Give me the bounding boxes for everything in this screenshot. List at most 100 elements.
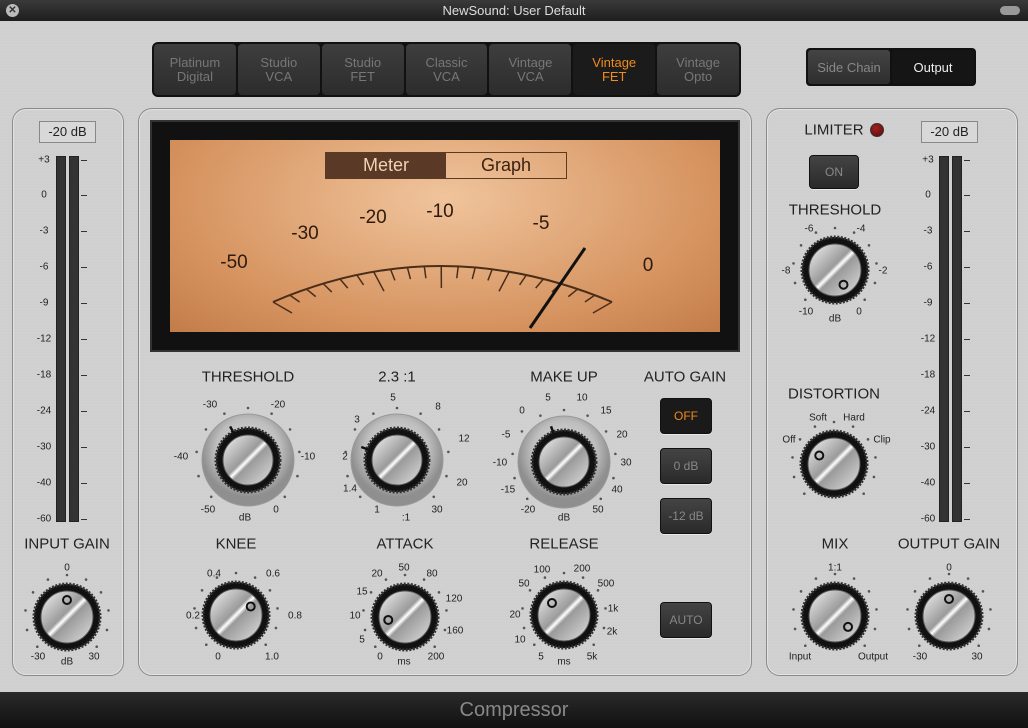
model-selector: Platinum Digital Studio VCA Studio FET Classic…	[152, 42, 741, 97]
model-line1: Studio	[344, 54, 382, 70]
output-level-bar-right	[952, 156, 962, 522]
footer-bar: Compressor	[0, 692, 1028, 728]
output-scale-label: -40	[920, 477, 936, 489]
limiter-on-button[interactable]: ON	[809, 155, 859, 189]
model-line2: FET	[350, 68, 375, 84]
model-line2: VCA	[265, 68, 293, 84]
input-scale-label: -24	[36, 405, 52, 417]
model-button-vintage-vca[interactable]: Vintage VCA	[489, 44, 572, 95]
output-scale-label: +3	[922, 154, 934, 166]
ratio-knob[interactable]	[331, 394, 463, 531]
auto-gain-minus12-button[interactable]: -12 dB	[660, 498, 712, 534]
model-line1: Vintage	[676, 54, 721, 70]
model-line2: Opto	[683, 68, 713, 84]
output-scale-label: -3	[923, 225, 933, 237]
meter-tick	[356, 274, 365, 286]
scale-tick	[81, 195, 87, 196]
model-line1: Vintage	[592, 54, 637, 70]
model-line1: Platinum	[169, 54, 221, 70]
model-button-studio-vca[interactable]: Studio VCA	[237, 44, 320, 95]
model-button-vintage-fet[interactable]: Vintage FET	[573, 44, 656, 95]
output-scale-label: -24	[920, 405, 936, 417]
input-scale-label: -60	[36, 513, 52, 525]
mix-title: MIX	[821, 535, 849, 553]
output-scale-label: -12	[920, 333, 936, 345]
meter-tick	[423, 266, 427, 279]
toolbar-toggle-button[interactable]	[1000, 6, 1020, 15]
input-scale-label: -12	[36, 333, 52, 345]
title-bar: NewSound: User Default	[0, 0, 1028, 21]
input-scale-label: -9	[39, 297, 49, 309]
output-level-readout: -20 dB	[921, 121, 978, 143]
input-scale-label: -6	[39, 261, 49, 273]
limiter-label: LIMITER	[804, 121, 864, 139]
meter-tick	[389, 268, 396, 281]
distortion-knob[interactable]	[780, 410, 888, 523]
close-button[interactable]: ✕	[6, 4, 19, 17]
scale-tick	[964, 339, 970, 340]
limiter-threshold-knob[interactable]	[781, 216, 889, 329]
input-level-bar-right	[69, 156, 79, 522]
attack-title: ATTACK	[376, 535, 434, 553]
scale-tick	[964, 411, 970, 412]
mix-knob[interactable]	[781, 562, 889, 675]
output-gain-knob[interactable]	[895, 562, 1003, 675]
auto-gain-0db-button[interactable]: 0 dB	[660, 448, 712, 484]
auto-gain-off-button[interactable]: OFF	[660, 398, 712, 434]
output-scale-label: -30	[920, 441, 936, 453]
scale-tick	[81, 447, 87, 448]
scale-tick	[964, 447, 970, 448]
meter-tick	[322, 283, 333, 293]
side-chain-button[interactable]: Side Chain	[808, 50, 890, 84]
output-scale-label: -18	[920, 369, 936, 381]
scale-tick	[964, 195, 970, 196]
output-button[interactable]: Output	[892, 50, 974, 84]
knee-title: KNEE	[215, 535, 257, 553]
output-scale-label: -9	[923, 297, 933, 309]
meter-tick	[289, 294, 301, 303]
model-line1: Classic	[425, 54, 468, 70]
scale-tick	[81, 231, 87, 232]
output-scale-label: 0	[925, 189, 931, 201]
release-knob[interactable]	[510, 561, 618, 674]
meter-tab[interactable]: Meter	[326, 153, 446, 178]
meter-tick	[272, 301, 293, 314]
makeup-knob[interactable]	[498, 396, 630, 533]
release-title: RELEASE	[529, 535, 599, 553]
plugin-name: Compressor	[459, 699, 569, 721]
scale-tick	[964, 160, 970, 161]
graph-tab[interactable]: Graph	[446, 153, 566, 178]
scale-tick	[964, 375, 970, 376]
meter-tick	[567, 288, 579, 298]
model-button-classic-vca[interactable]: Classic VCA	[405, 44, 488, 95]
model-line2: VCA	[517, 68, 544, 84]
model-button-vintage-opto[interactable]: Vintage Opto	[657, 44, 740, 95]
input-scale-label: -18	[36, 369, 52, 381]
model-line2: VCA	[433, 68, 460, 84]
meter-tick	[471, 267, 476, 280]
distortion-title: DISTORTION	[788, 385, 880, 403]
threshold-knob[interactable]	[182, 394, 314, 531]
meter-tick	[592, 301, 613, 314]
scale-tick	[81, 519, 87, 520]
scale-tick	[964, 231, 970, 232]
input-scale-label: +3	[38, 154, 50, 166]
meter-tick	[372, 271, 385, 292]
meter-tick	[406, 267, 412, 280]
input-level-bar-left	[56, 156, 66, 522]
auto-button[interactable]: AUTO	[660, 602, 712, 638]
attack-knob[interactable]	[351, 563, 459, 676]
input_gain-title: INPUT GAIN	[24, 535, 110, 553]
meter-scale-label: 0	[642, 255, 654, 276]
scale-tick	[964, 303, 970, 304]
meter-tick	[535, 278, 544, 289]
input-gain-knob[interactable]	[13, 563, 121, 676]
model-button-studio-fet[interactable]: Studio FET	[321, 44, 404, 95]
model-line1: Studio	[260, 54, 298, 70]
meter-tick	[487, 268, 493, 281]
meter-tick	[518, 274, 527, 286]
model-button-platinum-digital[interactable]: Platinum Digital	[154, 44, 236, 95]
input-level-readout: -20 dB	[39, 121, 96, 143]
knee-knob[interactable]	[182, 561, 290, 674]
output-scale-label: -6	[923, 261, 933, 273]
